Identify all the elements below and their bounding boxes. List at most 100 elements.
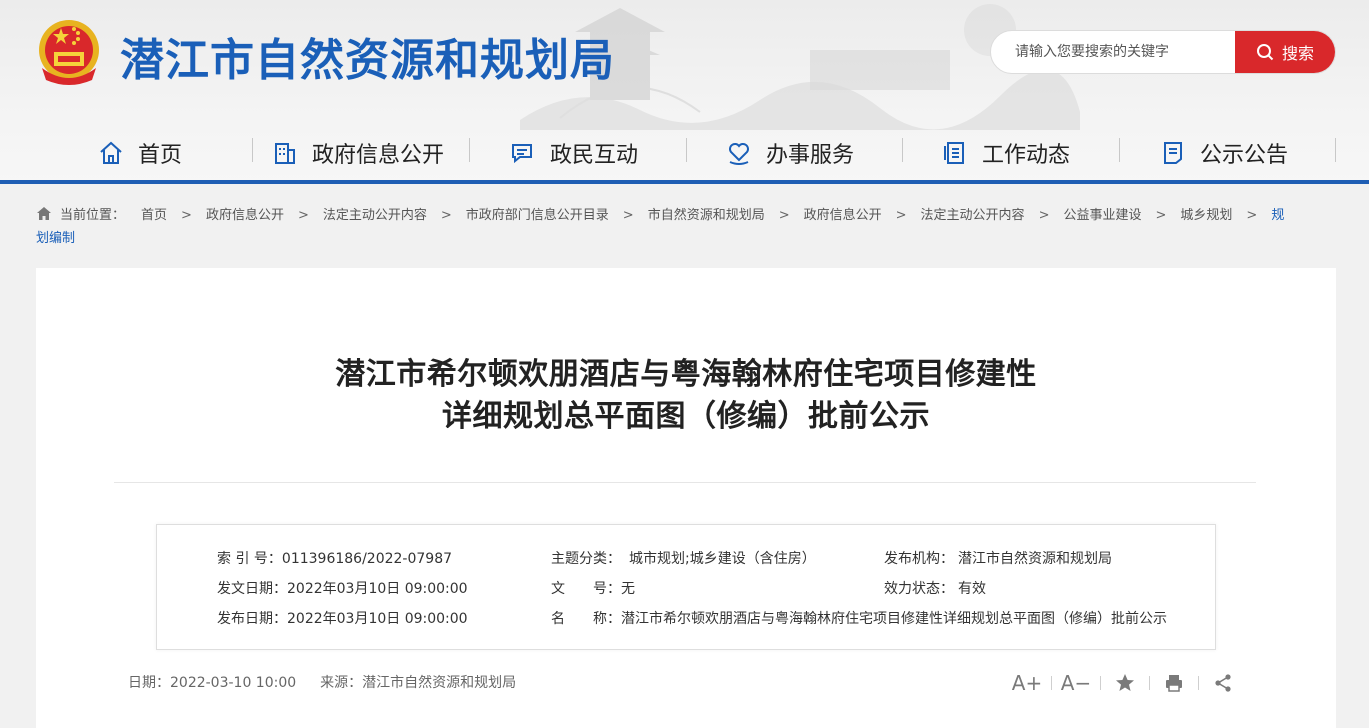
nav-item-home[interactable]: 首页 [98, 128, 182, 178]
font-increase-icon[interactable]: A+ [1011, 668, 1043, 698]
tool-divider [1198, 676, 1199, 690]
nav-item-services[interactable]: 办事服务 [726, 128, 854, 178]
breadcrumb-item[interactable]: 法定主动公开内容 [921, 208, 1025, 223]
metadata-topic: 主题分类： 城市规划;城乡建设（含住房） [551, 548, 816, 568]
nav-divider [902, 138, 903, 162]
tool-divider [1100, 676, 1101, 690]
chat-icon [512, 144, 532, 164]
tool-divider [1051, 676, 1052, 690]
search-icon [1256, 44, 1274, 61]
breadcrumb-prefix: 当前位置： [60, 208, 126, 223]
metadata-row: 索 引 号：011396186/2022-07987 主题分类： 城市规划;城乡建… [157, 548, 1215, 568]
nav-divider [252, 138, 253, 162]
nav-item-interaction[interactable]: 政民互动 [510, 128, 638, 178]
article-tools: A+ A− [1011, 668, 1239, 698]
metadata-value: 无 [621, 581, 635, 597]
font-decrease-icon[interactable]: A− [1060, 668, 1092, 698]
metadata-label: 效力状态： [884, 581, 954, 597]
document-list-icon [944, 142, 964, 164]
search-box: 搜索 [990, 30, 1336, 74]
breadcrumb-separator: > [622, 208, 634, 223]
metadata-validity: 效力状态： 有效 [884, 578, 986, 598]
site-header: 潜江市自然资源和规划局 搜索 首页 政府信息公开 [0, 0, 1369, 184]
metadata-index: 索 引 号：011396186/2022-07987 [217, 548, 452, 568]
nav-item-label: 办事服务 [766, 143, 855, 168]
metadata-value: 011396186/2022-07987 [281, 551, 453, 567]
share-icon[interactable] [1207, 668, 1239, 698]
metadata-label: 发布机构： [884, 551, 954, 567]
search-button[interactable]: 搜索 [1235, 31, 1335, 73]
metadata-value: 城市规划;城乡建设（含住房） [629, 551, 816, 567]
national-emblem-logo [39, 20, 99, 85]
nav-item-label: 工作动态 [982, 143, 1071, 168]
breadcrumb-item[interactable]: 公益事业建设 [1063, 208, 1141, 223]
main-nav: 首页 政府信息公开 政民互动 办事服务 工作动态 公示公告 [0, 128, 1369, 184]
article-footer-meta: 日期：2022-03-10 10:00 来源：潜江市自然资源和规划局 [128, 672, 540, 692]
breadcrumb-item[interactable]: 政府信息公开 [206, 208, 284, 223]
nav-divider [469, 138, 470, 162]
breadcrumb-item[interactable]: 市自然资源和规划局 [648, 208, 765, 223]
breadcrumb-item[interactable]: 市政府部门信息公开目录 [466, 208, 609, 223]
nav-item-label: 公示公告 [1200, 143, 1289, 168]
search-input[interactable] [991, 31, 1237, 73]
breadcrumb-item[interactable]: 政府信息公开 [804, 208, 882, 223]
breadcrumb-separator: > [778, 208, 790, 223]
notice-icon [1164, 142, 1182, 164]
heart-hand-icon [729, 143, 749, 165]
breadcrumb-separator: > [1246, 208, 1258, 223]
nav-item-work-news[interactable]: 工作动态 [942, 128, 1070, 178]
metadata-label: 主题分类： [551, 551, 621, 567]
metadata-value: 有效 [958, 581, 986, 597]
search-button-label: 搜索 [1281, 44, 1314, 63]
nav-divider [1119, 138, 1120, 162]
breadcrumb-separator: > [297, 208, 309, 223]
article-panel: 潜江市希尔顿欢朋酒店与粤海翰林府住宅项目修建性 详细规划总平面图（修编）批前公示… [36, 268, 1336, 728]
metadata-publish-date: 发布日期：2022年03月10日 09:00:00 [217, 608, 468, 628]
article-title-line: 详细规划总平面图（修编）批前公示 [442, 399, 930, 434]
nav-item-announcements[interactable]: 公示公告 [1160, 128, 1288, 178]
metadata-label: 发文日期： [217, 581, 287, 597]
tool-divider [1149, 676, 1150, 690]
breadcrumb-separator: > [895, 208, 907, 223]
home-icon [37, 207, 51, 220]
nav-underline-bar [0, 180, 1369, 184]
metadata-name: 名 称：潜江市希尔顿欢朋酒店与粤海翰林府住宅项目修建性详细规划总平面图（修编）批… [551, 608, 1167, 628]
nav-item-gov-info[interactable]: 政府信息公开 [272, 128, 444, 178]
nav-divider [686, 138, 687, 162]
building-icon [275, 143, 295, 164]
breadcrumb-separator: > [440, 208, 452, 223]
breadcrumb-item[interactable]: 首页 [141, 208, 167, 223]
metadata-label: 索 引 号： [217, 551, 282, 567]
metadata-table: 索 引 号：011396186/2022-07987 主题分类： 城市规划;城乡建… [156, 524, 1216, 650]
metadata-doc-no: 文 号：无 [551, 578, 635, 598]
metadata-row: 发布日期：2022年03月10日 09:00:00 名 称：潜江市希尔顿欢朋酒店… [157, 608, 1215, 628]
metadata-value: 潜江市自然资源和规划局 [958, 551, 1112, 567]
metadata-label: 发布日期： [217, 611, 287, 627]
breadcrumb-separator: > [1038, 208, 1050, 223]
metadata-label: 名 称： [551, 611, 621, 627]
metadata-value: 潜江市希尔顿欢朋酒店与粤海翰林府住宅项目修建性详细规划总平面图（修编）批前公示 [621, 611, 1167, 627]
article-title-line: 潜江市希尔顿欢朋酒店与粤海翰林府住宅项目修建性 [335, 357, 1037, 392]
nav-item-label: 首页 [138, 143, 183, 168]
breadcrumb-item[interactable]: 城乡规划 [1180, 208, 1232, 223]
metadata-value: 2022年03月10日 09:00:00 [287, 581, 468, 597]
article-source: 来源：潜江市自然资源和规划局 [320, 675, 517, 691]
article-title: 潜江市希尔顿欢朋酒店与粤海翰林府住宅项目修建性 详细规划总平面图（修编）批前公示 [36, 354, 1336, 438]
print-icon[interactable] [1158, 668, 1190, 698]
metadata-issue-date: 发文日期：2022年03月10日 09:00:00 [217, 578, 468, 598]
site-title: 潜江市自然资源和规划局 [120, 35, 615, 86]
nav-item-label: 政民互动 [550, 143, 639, 168]
article-date: 日期：2022-03-10 10:00 [128, 675, 297, 691]
metadata-row: 发文日期：2022年03月10日 09:00:00 文 号：无 效力状态： 有效 [157, 578, 1215, 598]
nav-divider [1335, 138, 1336, 162]
breadcrumb-separator: > [1155, 208, 1167, 223]
title-divider [114, 482, 1256, 483]
home-icon [100, 141, 122, 164]
nav-item-label: 政府信息公开 [312, 143, 445, 168]
star-icon[interactable] [1109, 668, 1141, 698]
breadcrumb: 当前位置： 首页 > 政府信息公开 > 法定主动公开内容 > 市政府部门信息公开目录 > 市自然资… [36, 204, 1296, 250]
metadata-label: 文 号： [551, 581, 621, 597]
breadcrumb-separator: > [181, 208, 192, 223]
metadata-value: 2022年03月10日 09:00:00 [287, 611, 468, 627]
breadcrumb-item[interactable]: 法定主动公开内容 [323, 208, 427, 223]
